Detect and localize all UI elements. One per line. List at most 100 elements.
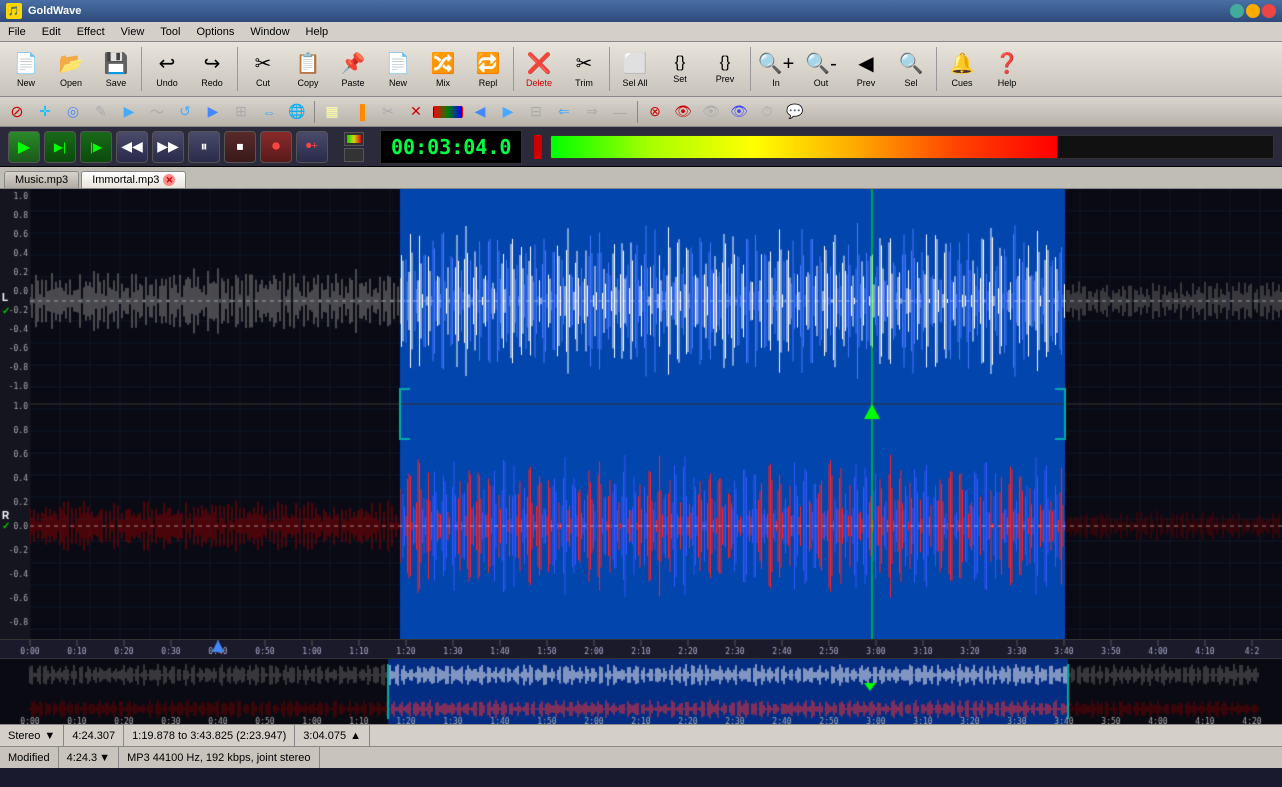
zoom-prev-icon: ◀: [858, 51, 873, 76]
tb2-right-arrow-icon[interactable]: ▶: [495, 100, 521, 124]
menu-file[interactable]: File: [0, 24, 34, 40]
set-button[interactable]: {} Set: [658, 44, 702, 94]
zoomout-button[interactable]: 🔍- Out: [799, 44, 843, 94]
tb2-wave-icon[interactable]: 〜: [144, 100, 170, 124]
sel-zoom-button[interactable]: 🔍 Sel: [889, 44, 933, 94]
tb2-stop-icon[interactable]: ⊘: [4, 100, 30, 124]
menu-edit[interactable]: Edit: [34, 24, 69, 40]
menu-view[interactable]: View: [113, 24, 153, 40]
trim-button[interactable]: ✂ Trim: [562, 44, 606, 94]
stop-button[interactable]: ⏹: [224, 131, 256, 163]
play-selection-button[interactable]: ▶|: [44, 131, 76, 163]
menu-help[interactable]: Help: [298, 24, 337, 40]
redo-icon: ↪: [204, 51, 221, 76]
tb2-move-icon[interactable]: ✛: [32, 100, 58, 124]
tb2-clock-icon[interactable]: ⏱: [754, 100, 780, 124]
record-button[interactable]: ⏺: [260, 131, 292, 163]
timeline-canvas: [0, 640, 1282, 659]
tb2-expand-icon[interactable]: ⇔: [256, 100, 282, 124]
prev-label: Prev: [716, 74, 735, 84]
tb2-scissors-icon[interactable]: ✂: [375, 100, 401, 124]
play-to-button[interactable]: |▶: [80, 131, 112, 163]
new2-button[interactable]: 📄 New: [376, 44, 420, 94]
copy-button[interactable]: 📋 Copy: [286, 44, 330, 94]
copy-icon: 📋: [296, 51, 321, 76]
paste-button[interactable]: 📌 Paste: [331, 44, 375, 94]
waveform-canvas[interactable]: [0, 189, 1282, 639]
close-button[interactable]: [1262, 4, 1276, 18]
stereo-dropdown-icon[interactable]: ▼: [44, 730, 55, 742]
tb2-eye1-icon[interactable]: 👁: [670, 100, 696, 124]
maximize-button[interactable]: [1246, 4, 1260, 18]
play-button[interactable]: ▶: [8, 131, 40, 163]
cues-button[interactable]: 🔔 Cues: [940, 44, 984, 94]
tb2-left-arrow-icon[interactable]: ◀: [467, 100, 493, 124]
save-button[interactable]: 💾 Save: [94, 44, 138, 94]
tb2-crop-icon[interactable]: ⊞: [228, 100, 254, 124]
tb2-split-icon[interactable]: ⊟: [523, 100, 549, 124]
tb2-forward-icon[interactable]: ⇒: [579, 100, 605, 124]
paste-icon: 📌: [341, 51, 366, 76]
rewind-button[interactable]: ◀◀: [116, 131, 148, 163]
save-icon: 💾: [104, 51, 129, 76]
file-tabs: Music.mp3 Immortal.mp3 ✕: [0, 167, 1282, 189]
menu-window[interactable]: Window: [242, 24, 297, 40]
tb2-spectrum-icon[interactable]: ▦: [319, 100, 345, 124]
mix-button[interactable]: 🔀 Mix: [421, 44, 465, 94]
menu-effect[interactable]: Effect: [69, 24, 113, 40]
tb2-bars-icon[interactable]: ▐: [347, 100, 373, 124]
tab-immortal[interactable]: Immortal.mp3 ✕: [81, 171, 186, 188]
zoomin-icon: 🔍+: [758, 51, 795, 76]
time-dropdown-icon[interactable]: ▼: [99, 752, 110, 764]
tb2-chat-icon[interactable]: 💬: [782, 100, 808, 124]
tb2-x-icon[interactable]: ✕: [403, 100, 429, 124]
prev-button[interactable]: {} Prev: [703, 44, 747, 94]
tab-music[interactable]: Music.mp3: [4, 171, 79, 188]
tb2-select-icon[interactable]: ◎: [60, 100, 86, 124]
cues-icon: 🔔: [950, 51, 975, 76]
position-dropdown-icon[interactable]: ▲: [350, 730, 361, 742]
tb2-reverse-icon[interactable]: ⇐: [551, 100, 577, 124]
undo-button[interactable]: ↩ Undo: [145, 44, 189, 94]
toolbar-sep-6: [936, 47, 937, 91]
toolbar-sep-5: [750, 47, 751, 91]
record-more-button[interactable]: ⏺+: [296, 131, 328, 163]
tb2-eye2-icon[interactable]: 👁: [698, 100, 724, 124]
selall-button[interactable]: ⬜ Sel All: [613, 44, 657, 94]
tb2-play-sel-icon[interactable]: ▶: [116, 100, 142, 124]
delete-button[interactable]: ❌ Delete: [517, 44, 561, 94]
position-label: 3:04.075: [303, 730, 346, 742]
open-button[interactable]: 📂 Open: [49, 44, 93, 94]
toolbar-sep-3: [513, 47, 514, 91]
minimize-button[interactable]: [1230, 4, 1244, 18]
cut-button[interactable]: ✂ Cut: [241, 44, 285, 94]
tb2-pencil-icon[interactable]: ✎: [88, 100, 114, 124]
trim-icon: ✂: [576, 51, 593, 76]
tb2-color-icon[interactable]: [433, 106, 463, 118]
new2-label: New: [389, 78, 407, 88]
timeline-bar[interactable]: [0, 639, 1282, 659]
tb2-minus-icon[interactable]: —: [607, 100, 633, 124]
tb2-block-icon[interactable]: ⊗: [642, 100, 668, 124]
menu-tool[interactable]: Tool: [152, 24, 188, 40]
app-icon: 🎵: [6, 3, 22, 19]
redo-button[interactable]: ↪ Redo: [190, 44, 234, 94]
tb2-loop-icon[interactable]: ↺: [172, 100, 198, 124]
tb2-eye3-icon[interactable]: 👁: [726, 100, 752, 124]
zoom-prev-button[interactable]: ◀ Prev: [844, 44, 888, 94]
tb2-globe-icon[interactable]: 🌐: [284, 100, 310, 124]
tab-immortal-label: Immortal.mp3: [92, 174, 159, 186]
new-button[interactable]: 📄 New: [4, 44, 48, 94]
tb2-arrow-icon[interactable]: ▶: [200, 100, 226, 124]
fast-forward-button[interactable]: ▶▶: [152, 131, 184, 163]
repl-label: Repl: [479, 78, 498, 88]
paste-label: Paste: [341, 78, 364, 88]
statusbar-1: Stereo ▼ 4:24.307 1:19.878 to 3:43.825 (…: [0, 724, 1282, 746]
help-button[interactable]: ❓ Help: [985, 44, 1029, 94]
menu-options[interactable]: Options: [188, 24, 242, 40]
repl-button[interactable]: 🔁 Repl: [466, 44, 510, 94]
tab-immortal-close[interactable]: ✕: [163, 174, 175, 186]
zoomin-button[interactable]: 🔍+ In: [754, 44, 798, 94]
overview-area[interactable]: [0, 659, 1282, 724]
pause-button[interactable]: ⏸: [188, 131, 220, 163]
